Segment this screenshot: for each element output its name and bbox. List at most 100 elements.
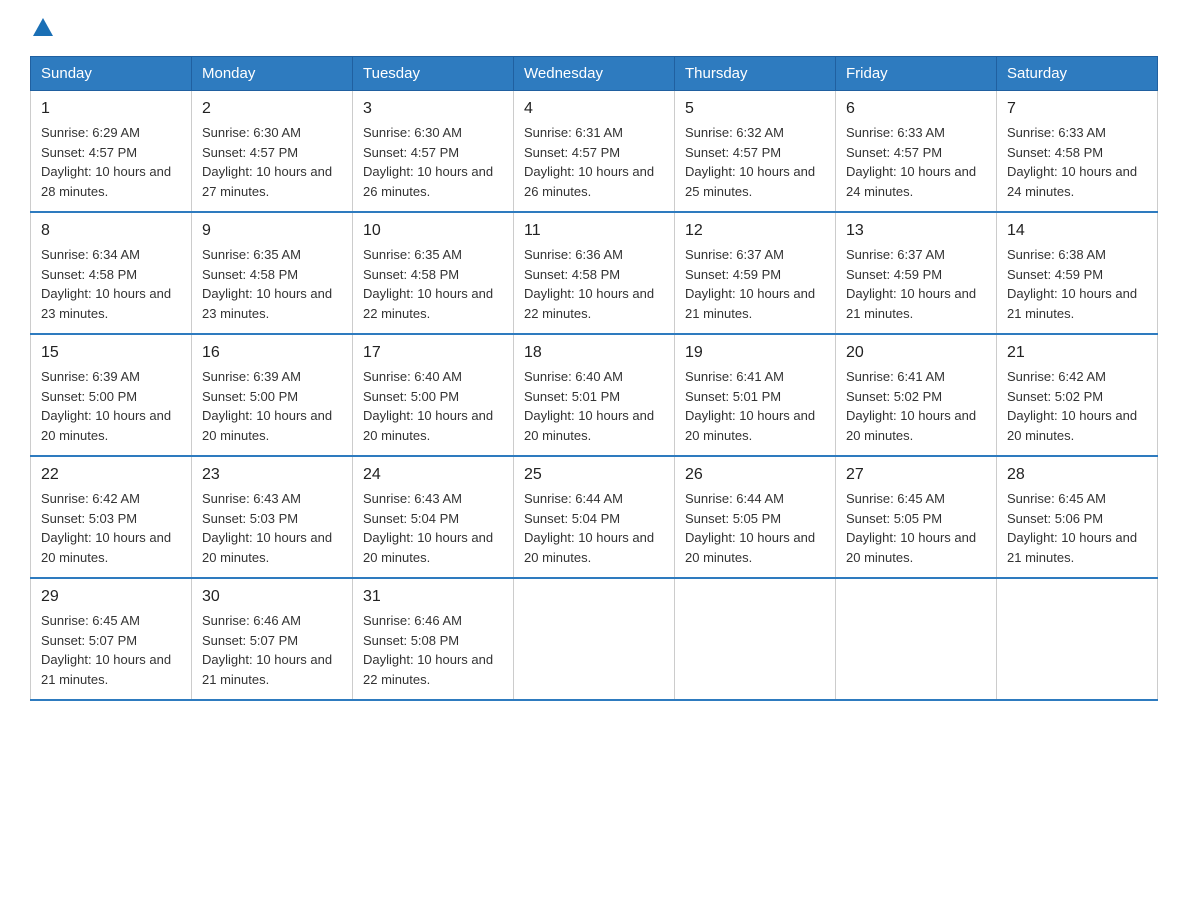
calendar-cell: 10 Sunrise: 6:35 AMSunset: 4:58 PMDaylig…	[353, 212, 514, 334]
calendar-week-row: 1 Sunrise: 6:29 AMSunset: 4:57 PMDayligh…	[31, 91, 1158, 213]
calendar-cell: 7 Sunrise: 6:33 AMSunset: 4:58 PMDayligh…	[997, 91, 1158, 213]
day-info: Sunrise: 6:45 AMSunset: 5:06 PMDaylight:…	[1007, 489, 1147, 567]
day-info: Sunrise: 6:40 AMSunset: 5:01 PMDaylight:…	[524, 367, 664, 445]
day-info: Sunrise: 6:38 AMSunset: 4:59 PMDaylight:…	[1007, 245, 1147, 323]
calendar-table: Sunday Monday Tuesday Wednesday Thursday…	[30, 56, 1158, 701]
logo	[30, 20, 53, 38]
col-thursday: Thursday	[675, 57, 836, 91]
calendar-cell: 3 Sunrise: 6:30 AMSunset: 4:57 PMDayligh…	[353, 91, 514, 213]
day-number: 22	[41, 463, 181, 487]
day-info: Sunrise: 6:41 AMSunset: 5:01 PMDaylight:…	[685, 367, 825, 445]
day-info: Sunrise: 6:41 AMSunset: 5:02 PMDaylight:…	[846, 367, 986, 445]
day-number: 24	[363, 463, 503, 487]
day-number: 21	[1007, 341, 1147, 365]
day-info: Sunrise: 6:46 AMSunset: 5:07 PMDaylight:…	[202, 611, 342, 689]
day-number: 28	[1007, 463, 1147, 487]
col-wednesday: Wednesday	[514, 57, 675, 91]
day-number: 14	[1007, 219, 1147, 243]
day-info: Sunrise: 6:31 AMSunset: 4:57 PMDaylight:…	[524, 123, 664, 201]
page-header	[30, 20, 1158, 38]
calendar-cell: 14 Sunrise: 6:38 AMSunset: 4:59 PMDaylig…	[997, 212, 1158, 334]
calendar-cell: 28 Sunrise: 6:45 AMSunset: 5:06 PMDaylig…	[997, 456, 1158, 578]
calendar-cell: 8 Sunrise: 6:34 AMSunset: 4:58 PMDayligh…	[31, 212, 192, 334]
col-monday: Monday	[192, 57, 353, 91]
day-number: 30	[202, 585, 342, 609]
calendar-cell: 26 Sunrise: 6:44 AMSunset: 5:05 PMDaylig…	[675, 456, 836, 578]
col-friday: Friday	[836, 57, 997, 91]
day-number: 17	[363, 341, 503, 365]
day-info: Sunrise: 6:33 AMSunset: 4:57 PMDaylight:…	[846, 123, 986, 201]
day-info: Sunrise: 6:29 AMSunset: 4:57 PMDaylight:…	[41, 123, 181, 201]
day-number: 15	[41, 341, 181, 365]
day-info: Sunrise: 6:33 AMSunset: 4:58 PMDaylight:…	[1007, 123, 1147, 201]
day-info: Sunrise: 6:46 AMSunset: 5:08 PMDaylight:…	[363, 611, 503, 689]
day-info: Sunrise: 6:45 AMSunset: 5:05 PMDaylight:…	[846, 489, 986, 567]
day-number: 23	[202, 463, 342, 487]
col-tuesday: Tuesday	[353, 57, 514, 91]
col-sunday: Sunday	[31, 57, 192, 91]
day-number: 6	[846, 97, 986, 121]
day-number: 8	[41, 219, 181, 243]
day-number: 27	[846, 463, 986, 487]
day-info: Sunrise: 6:36 AMSunset: 4:58 PMDaylight:…	[524, 245, 664, 323]
day-number: 1	[41, 97, 181, 121]
calendar-cell	[997, 578, 1158, 700]
day-info: Sunrise: 6:43 AMSunset: 5:03 PMDaylight:…	[202, 489, 342, 567]
day-number: 9	[202, 219, 342, 243]
day-info: Sunrise: 6:40 AMSunset: 5:00 PMDaylight:…	[363, 367, 503, 445]
header-row: Sunday Monday Tuesday Wednesday Thursday…	[31, 57, 1158, 91]
calendar-cell	[836, 578, 997, 700]
day-number: 10	[363, 219, 503, 243]
day-info: Sunrise: 6:30 AMSunset: 4:57 PMDaylight:…	[202, 123, 342, 201]
day-number: 4	[524, 97, 664, 121]
calendar-week-row: 8 Sunrise: 6:34 AMSunset: 4:58 PMDayligh…	[31, 212, 1158, 334]
day-info: Sunrise: 6:44 AMSunset: 5:04 PMDaylight:…	[524, 489, 664, 567]
calendar-cell: 12 Sunrise: 6:37 AMSunset: 4:59 PMDaylig…	[675, 212, 836, 334]
day-number: 19	[685, 341, 825, 365]
calendar-cell: 21 Sunrise: 6:42 AMSunset: 5:02 PMDaylig…	[997, 334, 1158, 456]
day-number: 5	[685, 97, 825, 121]
day-info: Sunrise: 6:37 AMSunset: 4:59 PMDaylight:…	[846, 245, 986, 323]
calendar-cell: 9 Sunrise: 6:35 AMSunset: 4:58 PMDayligh…	[192, 212, 353, 334]
day-info: Sunrise: 6:37 AMSunset: 4:59 PMDaylight:…	[685, 245, 825, 323]
day-number: 12	[685, 219, 825, 243]
day-number: 13	[846, 219, 986, 243]
day-number: 16	[202, 341, 342, 365]
logo-triangle-icon	[33, 18, 53, 36]
calendar-cell: 11 Sunrise: 6:36 AMSunset: 4:58 PMDaylig…	[514, 212, 675, 334]
calendar-cell	[514, 578, 675, 700]
calendar-week-row: 15 Sunrise: 6:39 AMSunset: 5:00 PMDaylig…	[31, 334, 1158, 456]
day-number: 25	[524, 463, 664, 487]
day-info: Sunrise: 6:34 AMSunset: 4:58 PMDaylight:…	[41, 245, 181, 323]
calendar-cell: 19 Sunrise: 6:41 AMSunset: 5:01 PMDaylig…	[675, 334, 836, 456]
day-info: Sunrise: 6:35 AMSunset: 4:58 PMDaylight:…	[363, 245, 503, 323]
calendar-cell: 17 Sunrise: 6:40 AMSunset: 5:00 PMDaylig…	[353, 334, 514, 456]
calendar-cell: 18 Sunrise: 6:40 AMSunset: 5:01 PMDaylig…	[514, 334, 675, 456]
day-info: Sunrise: 6:42 AMSunset: 5:02 PMDaylight:…	[1007, 367, 1147, 445]
calendar-cell	[675, 578, 836, 700]
calendar-cell: 4 Sunrise: 6:31 AMSunset: 4:57 PMDayligh…	[514, 91, 675, 213]
day-info: Sunrise: 6:32 AMSunset: 4:57 PMDaylight:…	[685, 123, 825, 201]
calendar-week-row: 22 Sunrise: 6:42 AMSunset: 5:03 PMDaylig…	[31, 456, 1158, 578]
day-info: Sunrise: 6:42 AMSunset: 5:03 PMDaylight:…	[41, 489, 181, 567]
calendar-cell: 20 Sunrise: 6:41 AMSunset: 5:02 PMDaylig…	[836, 334, 997, 456]
calendar-week-row: 29 Sunrise: 6:45 AMSunset: 5:07 PMDaylig…	[31, 578, 1158, 700]
day-number: 3	[363, 97, 503, 121]
day-info: Sunrise: 6:45 AMSunset: 5:07 PMDaylight:…	[41, 611, 181, 689]
calendar-cell: 24 Sunrise: 6:43 AMSunset: 5:04 PMDaylig…	[353, 456, 514, 578]
day-number: 11	[524, 219, 664, 243]
day-number: 2	[202, 97, 342, 121]
calendar-cell: 31 Sunrise: 6:46 AMSunset: 5:08 PMDaylig…	[353, 578, 514, 700]
calendar-cell: 30 Sunrise: 6:46 AMSunset: 5:07 PMDaylig…	[192, 578, 353, 700]
calendar-cell: 29 Sunrise: 6:45 AMSunset: 5:07 PMDaylig…	[31, 578, 192, 700]
calendar-cell: 15 Sunrise: 6:39 AMSunset: 5:00 PMDaylig…	[31, 334, 192, 456]
calendar-cell: 1 Sunrise: 6:29 AMSunset: 4:57 PMDayligh…	[31, 91, 192, 213]
calendar-body: 1 Sunrise: 6:29 AMSunset: 4:57 PMDayligh…	[31, 91, 1158, 701]
calendar-cell: 25 Sunrise: 6:44 AMSunset: 5:04 PMDaylig…	[514, 456, 675, 578]
day-number: 18	[524, 341, 664, 365]
day-info: Sunrise: 6:44 AMSunset: 5:05 PMDaylight:…	[685, 489, 825, 567]
calendar-cell: 2 Sunrise: 6:30 AMSunset: 4:57 PMDayligh…	[192, 91, 353, 213]
day-number: 7	[1007, 97, 1147, 121]
day-info: Sunrise: 6:30 AMSunset: 4:57 PMDaylight:…	[363, 123, 503, 201]
calendar-cell: 6 Sunrise: 6:33 AMSunset: 4:57 PMDayligh…	[836, 91, 997, 213]
